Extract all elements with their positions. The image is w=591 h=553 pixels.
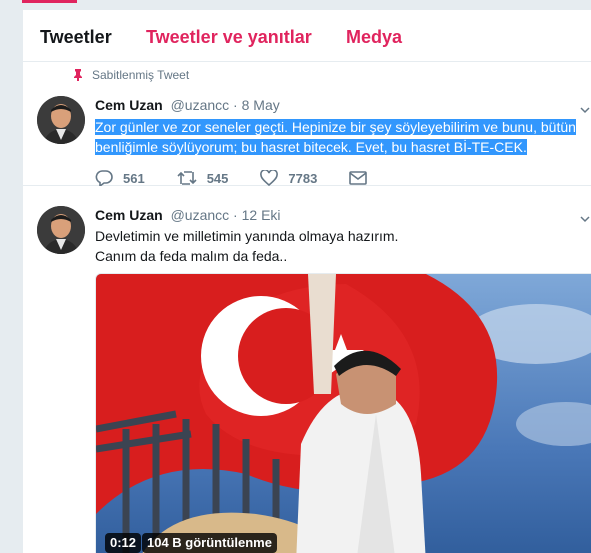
timeline-card: Tweetler Tweetler ve yanıtlar Medya Sabi…	[22, 10, 591, 553]
retweet-count: 545	[206, 170, 229, 186]
profile-tabs: Tweetler Tweetler ve yanıtlar Medya	[23, 10, 591, 62]
separator: ·	[233, 97, 238, 113]
reply-button[interactable]: 561	[95, 170, 145, 186]
top-bar	[0, 0, 591, 10]
tweet-pinned[interactable]: Sabitlenmiş Tweet Cem Uzan @uzancc · 8 M…	[23, 62, 591, 186]
tweet-header: Cem Uzan @uzancc · 8 May	[95, 97, 280, 113]
video-views-badge: 104 B görüntülenme	[142, 533, 277, 553]
video-thumbnail	[96, 274, 591, 553]
video-duration-badge: 0:12	[105, 533, 142, 553]
video-player[interactable]: 0:12 104 B görüntülenme	[95, 273, 591, 553]
like-count: 7783	[288, 170, 318, 186]
chevron-down-icon[interactable]	[580, 102, 590, 114]
author-name[interactable]: Cem Uzan	[95, 97, 163, 113]
tweet-actions: 561 545 7783	[95, 169, 409, 187]
avatar[interactable]	[37, 96, 85, 144]
tab-media[interactable]: Medya	[346, 27, 402, 48]
tweet-text: Devletimin ve milletimin yanında olmaya …	[95, 226, 585, 266]
like-icon	[260, 170, 279, 186]
tweet-text-line2: Canım da feda malım da feda..	[95, 248, 288, 264]
reply-count: 561	[123, 170, 145, 186]
dm-icon	[349, 171, 368, 185]
separator: ·	[233, 207, 238, 223]
pinned-indicator: Sabitlenmiş Tweet	[73, 68, 189, 82]
tweet-text-line1: Zor günler ve zor seneler geçti. Hepiniz…	[95, 119, 576, 135]
reply-icon	[95, 170, 113, 186]
like-button[interactable]: 7783	[260, 170, 317, 186]
tab-tweets-and-replies[interactable]: Tweetler ve yanıtlar	[146, 27, 312, 48]
retweet-button[interactable]: 545	[177, 170, 229, 186]
author-handle[interactable]: @uzancc	[171, 207, 230, 223]
tweet-time[interactable]: 12 Eki	[242, 207, 281, 223]
tweet-header: Cem Uzan @uzancc · 12 Eki	[95, 207, 281, 223]
tweet-text-line1: Devletimin ve milletimin yanında olmaya …	[95, 228, 399, 244]
direct-message-button[interactable]	[349, 171, 377, 185]
top-accent-line	[22, 0, 77, 3]
avatar[interactable]	[37, 206, 85, 254]
pin-icon	[73, 69, 83, 81]
tweet-text: Zor günler ve zor seneler geçti. Hepiniz…	[95, 117, 585, 157]
author-handle[interactable]: @uzancc	[171, 97, 230, 113]
tweet-text-line2: benliğimle söylüyorum; bu hasret bitecek…	[95, 139, 527, 155]
tweet-time[interactable]: 8 May	[242, 97, 280, 113]
tweet-video[interactable]: Cem Uzan @uzancc · 12 Eki Devletimin ve …	[23, 187, 591, 553]
retweet-icon	[177, 171, 197, 185]
author-name[interactable]: Cem Uzan	[95, 207, 163, 223]
chevron-down-icon[interactable]	[580, 211, 590, 223]
pinned-label: Sabitlenmiş Tweet	[92, 68, 190, 82]
tab-tweets[interactable]: Tweetler	[40, 27, 112, 48]
